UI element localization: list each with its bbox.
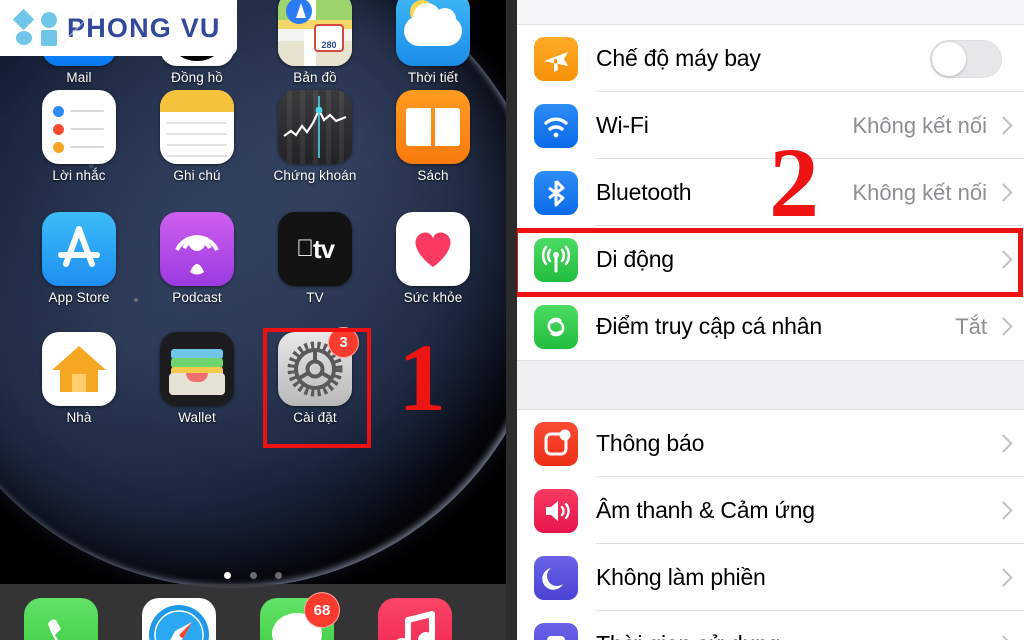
screenshot-root: Mail Đồng hồ 280 Bản đồ Thời tiết Lời nh… [0,0,1024,640]
app-label: TV [306,290,324,305]
ios-settings-panel: Chế độ máy bay Wi-Fi Không kết nối Bluet… [517,0,1024,640]
app-label: App Store [48,290,110,305]
chevron-right-icon [994,501,1013,520]
settings-row-notifications[interactable]: Thông báo [517,410,1024,477]
row-title: Chế độ máy bay [596,45,761,71]
settings-app-highlight-box [263,328,371,448]
app-apple-tv[interactable]: tv TV [260,212,370,305]
row-title: Thời gian sử dụng [596,631,781,640]
app-reminders[interactable]: Lời nhắc [24,90,134,183]
app-store-icon [42,212,116,286]
page-dot[interactable] [249,572,257,579]
screen-time-icon [534,622,578,640]
phong-vu-watermark: PHONG VU [0,0,237,56]
notifications-icon [534,421,578,466]
step-1-annotation: 1 [398,324,446,431]
row-title: Bluetooth [596,179,692,205]
app-app-store[interactable]: App Store [24,212,134,305]
app-label: Lời nhắc [52,168,106,183]
chevron-right-icon [994,568,1013,587]
app-label: Thời tiết [407,70,459,85]
page-dots [0,566,506,584]
app-wallet[interactable]: Wallet [142,332,252,425]
row-title: Điểm truy cập cá nhân [596,313,822,339]
app-notes[interactable]: Ghi chú [142,90,252,183]
app-label: Bản đồ [293,70,337,85]
maps-route-shield: 280 [314,24,344,52]
diamond-shape-icon [12,8,35,31]
wifi-icon [534,103,578,148]
airplane-mode-toggle[interactable] [930,39,1002,78]
reminders-icon [42,90,116,164]
row-title: Âm thanh & Cảm ứng [596,497,815,523]
chevron-right-icon [994,635,1013,640]
app-label: Chứng khoán [273,168,357,183]
chevron-right-icon [994,116,1013,135]
home-app-icon [42,332,116,406]
status-bar-strip [517,0,1024,25]
chevron-right-icon [994,250,1013,269]
chevron-right-icon [994,434,1013,453]
app-grid: Mail Đồng hồ 280 Bản đồ Thời tiết Lời nh… [0,0,506,560]
row-title: Không làm phiền [596,564,766,590]
messages-badge: 68 [304,592,340,628]
hotspot-icon [534,304,578,349]
app-health[interactable]: Sức khỏe [378,212,488,305]
chevron-right-icon [994,183,1013,202]
wallet-icon [160,332,234,406]
iphone-home-screen: Mail Đồng hồ 280 Bản đồ Thời tiết Lời nh… [0,0,506,640]
app-weather[interactable]: Thời tiết [378,0,488,85]
dock-app-messages[interactable]: 68 [260,592,340,640]
app-label: Nhà [66,410,92,425]
dock-app-music[interactable] [378,598,452,640]
apple-tv-icon: tv [278,212,352,286]
settings-row-airplane-mode[interactable]: Chế độ máy bay [517,25,1024,92]
stocks-icon [278,90,352,164]
settings-row-personal-hotspot[interactable]: Điểm truy cập cá nhân Tắt [517,293,1024,360]
settings-row-sounds-haptics[interactable]: Âm thanh & Cảm ứng [517,477,1024,544]
maps-icon: 280 [278,0,352,66]
podcasts-icon [160,212,234,286]
bluetooth-icon [534,170,578,215]
page-dot[interactable] [224,572,232,579]
cellular-icon [534,237,578,282]
app-label: Đồng hồ [171,70,223,85]
app-label: Mail [66,70,92,85]
books-icon [396,90,470,164]
do-not-disturb-icon [534,555,578,600]
airplane-icon [534,36,578,81]
row-title: Di động [596,246,674,272]
app-podcasts[interactable]: Podcast [142,212,252,305]
app-label: Ghi chú [173,168,221,183]
app-home[interactable]: Nhà [24,332,134,425]
weather-icon [396,0,470,66]
circle-shape-icon [16,31,32,45]
app-label: Podcast [172,290,222,305]
app-label: Wallet [178,410,216,425]
settings-row-screen-time[interactable]: Thời gian sử dụng [517,611,1024,640]
panel-divider [506,0,517,640]
dock-app-safari[interactable] [142,598,216,640]
sounds-icon [534,488,578,533]
dock: 68 [0,584,506,640]
row-title: Thông báo [596,430,705,456]
step-2-annotation: 2 [769,127,819,238]
row-title: Wi-Fi [596,112,649,138]
chevron-right-icon [994,317,1013,336]
row-value: Tắt [955,313,987,339]
app-maps[interactable]: 280 Bản đồ [260,0,370,85]
app-stocks[interactable]: Chứng khoán [260,90,370,183]
app-label: Sức khỏe [403,290,463,305]
page-dot[interactable] [274,572,282,579]
notes-icon [160,90,234,164]
app-books[interactable]: Sách [378,90,488,183]
settings-group-separator [517,360,1024,410]
row-value: Không kết nối [852,112,987,138]
health-icon [396,212,470,286]
row-value: Không kết nối [852,179,987,205]
settings-row-do-not-disturb[interactable]: Không làm phiền [517,544,1024,611]
dock-app-phone[interactable] [24,598,98,640]
app-label: Sách [417,168,449,183]
